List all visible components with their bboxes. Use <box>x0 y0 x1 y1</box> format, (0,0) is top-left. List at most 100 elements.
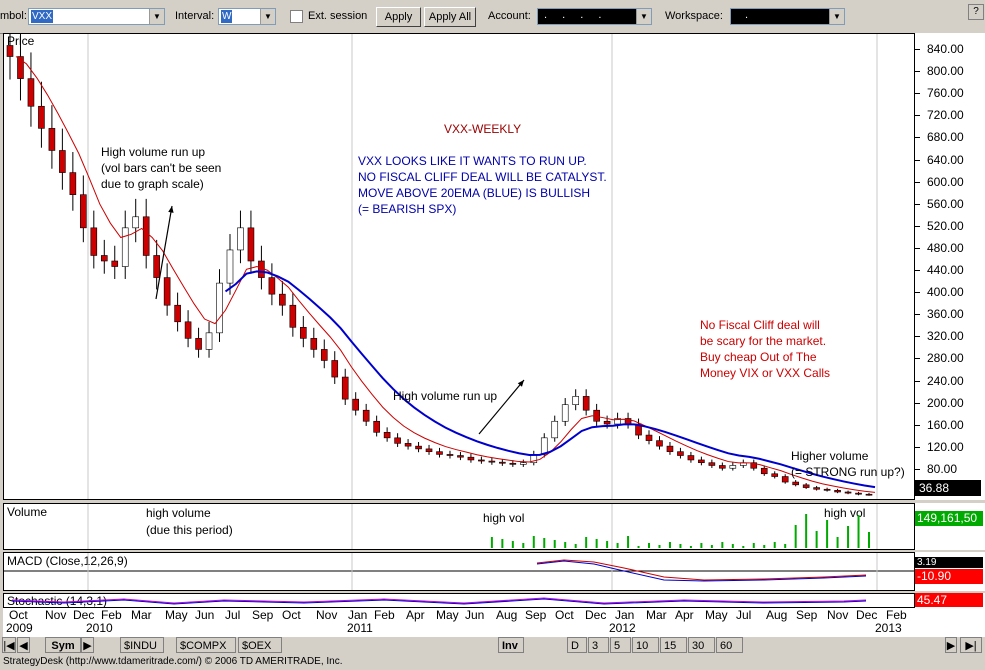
x-month-label: Jan <box>348 608 368 622</box>
candle <box>645 434 653 441</box>
price-tick-label: 280.00 <box>927 351 964 366</box>
x-year-label: 2009 <box>6 621 33 635</box>
x-month-label: Apr <box>406 608 425 622</box>
last-price-badge: 36.88 <box>915 480 981 496</box>
stoch-axis: 45.47 <box>915 593 985 608</box>
chevron-down-icon[interactable]: ▼ <box>636 9 651 24</box>
workspace-combo[interactable]: . ▼ <box>730 8 845 25</box>
price-tick-label: 720.00 <box>927 108 964 123</box>
candle <box>729 465 737 469</box>
volume-bar <box>721 542 724 548</box>
candle <box>582 396 590 411</box>
candle <box>205 332 213 350</box>
x-axis: Oct Nov Dec Feb Mar May Jun Jul Sep Oct Nov Jan Feb A… <box>3 608 985 637</box>
account-value: . . . . <box>544 9 608 21</box>
volume-bar <box>868 532 870 548</box>
price-tick-label: 440.00 <box>927 263 964 278</box>
macd-value-badge: -10.90 <box>915 569 983 584</box>
volume-value-badge: 149,161,50 <box>915 511 983 526</box>
tab-period[interactable]: 30 <box>688 637 715 653</box>
candle <box>834 490 841 493</box>
price-tick-label: 360.00 <box>927 307 964 322</box>
first-icon[interactable]: |◀ <box>2 637 16 653</box>
tab-indu[interactable]: $INDU <box>120 637 164 653</box>
volume-bar <box>637 546 640 548</box>
account-combo[interactable]: . . . . ▼ <box>537 8 652 25</box>
tab-period[interactable]: D <box>567 637 587 653</box>
candle <box>289 304 297 328</box>
candle <box>237 227 244 251</box>
x-month-label: Nov <box>45 608 67 622</box>
tick-mark <box>915 380 920 382</box>
price-pane: Price VXX-WEEKLY VXX LOOKS LIKE IT WANTS… <box>3 33 915 500</box>
tab-sym[interactable]: Sym <box>45 637 81 653</box>
macd-chart <box>4 553 914 590</box>
chevron-down-icon[interactable]: ▼ <box>149 9 164 24</box>
x-month-label: Oct <box>9 608 28 622</box>
price-tick-label: 120.00 <box>927 439 964 454</box>
candle <box>478 459 485 462</box>
x-month-label: Dec <box>856 608 878 622</box>
volume-bar <box>490 537 493 548</box>
tick-mark <box>915 446 920 448</box>
apply-all-button[interactable]: Apply All <box>424 7 476 27</box>
symbol-combo[interactable]: VXX ▼ <box>28 8 165 25</box>
help-icon[interactable]: ? <box>968 4 984 20</box>
x-year-label: 2013 <box>875 621 902 635</box>
tab-period[interactable]: 3 <box>588 637 609 653</box>
arrow-head <box>168 206 174 213</box>
interval-combo[interactable]: W ▼ <box>218 8 276 25</box>
x-month-label: Sep <box>796 608 818 622</box>
x-month-label: Apr <box>675 608 694 622</box>
volume-bar <box>627 536 630 548</box>
tab-period[interactable]: 10 <box>632 637 659 653</box>
volume-bar <box>815 531 818 548</box>
ext-session-label: Ext. session <box>308 10 368 22</box>
chevron-down-icon[interactable]: ▼ <box>829 9 844 24</box>
candle <box>142 216 150 256</box>
macd-axis: 3.19 -10.90 <box>915 552 985 591</box>
candle <box>174 304 181 323</box>
tab-compx[interactable]: $COMPX <box>176 637 236 653</box>
interval-value: W <box>221 10 233 23</box>
volume-bar <box>553 540 556 548</box>
chevron-down-icon[interactable]: ▼ <box>260 9 275 24</box>
bottom-tab-bar: |◀ ◀ Sym ▶ $INDU $COMPX $OEX Inv D 3 5 10 15… <box>0 637 985 654</box>
apply-button[interactable]: Apply <box>376 7 421 27</box>
volume-bar <box>742 546 745 548</box>
next-icon[interactable]: ▶ <box>945 637 957 653</box>
next-icon[interactable]: ▶ <box>81 637 94 653</box>
volume-bar <box>564 542 567 548</box>
tab-period[interactable]: 60 <box>716 637 743 653</box>
candle <box>27 78 35 107</box>
annotation-line: due to graph scale) <box>101 177 204 191</box>
price-tick-label: 840.00 <box>927 42 964 56</box>
price-tick-label: 400.00 <box>927 285 964 300</box>
tab-oex[interactable]: $OEX <box>238 637 282 653</box>
tick-mark <box>915 49 920 50</box>
tab-period[interactable]: 15 <box>660 637 687 653</box>
x-month-label: Dec <box>585 608 607 622</box>
tick-mark <box>915 93 920 95</box>
annotation-line: be scary for the market. <box>700 334 827 348</box>
prev-icon[interactable]: ◀ <box>17 637 30 653</box>
annotation-line: Buy cheap Out of The <box>700 350 817 364</box>
tick-mark <box>915 314 920 316</box>
candle <box>572 396 579 405</box>
ext-session-checkbox[interactable] <box>290 10 303 23</box>
last-icon[interactable]: ▶| <box>960 637 982 653</box>
tick-mark <box>915 402 920 404</box>
x-month-label: Feb <box>101 608 122 622</box>
tick-mark <box>915 270 920 272</box>
tab-inv[interactable]: Inv <box>498 637 524 653</box>
symbol-value: VXX <box>31 10 54 23</box>
candle <box>320 349 328 361</box>
price-tick-label: 320.00 <box>927 329 964 344</box>
tab-period[interactable]: 5 <box>610 637 631 653</box>
candle <box>561 404 569 422</box>
candle <box>226 249 234 284</box>
tick-mark <box>915 181 920 183</box>
volume-bar <box>794 525 797 548</box>
x-month-label: May <box>436 608 459 622</box>
candle <box>100 255 108 262</box>
